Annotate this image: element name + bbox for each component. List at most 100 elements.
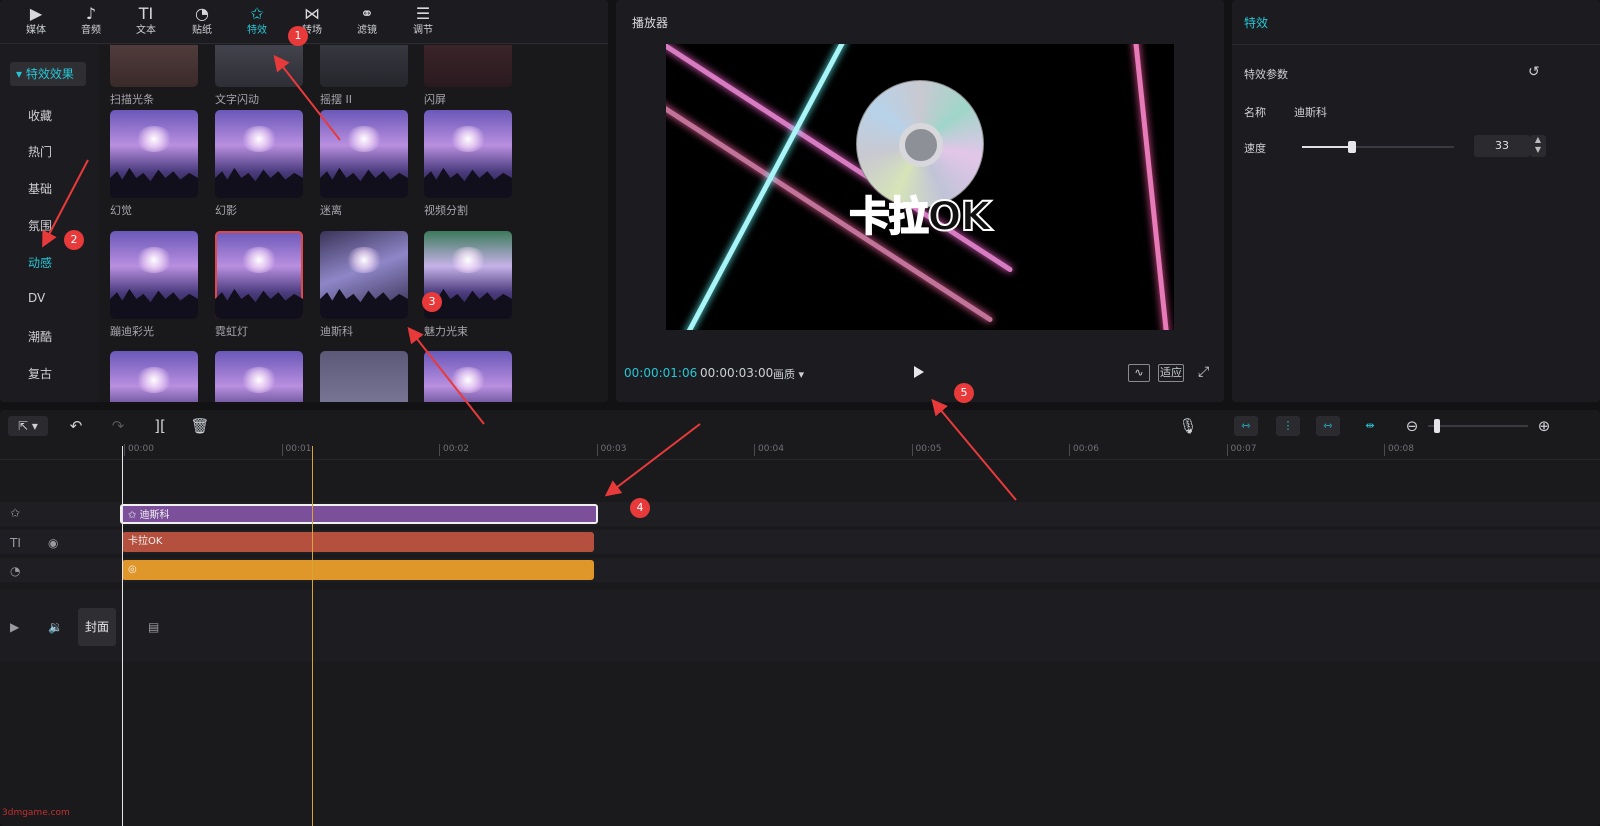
tab-text[interactable]: TI 文本 — [122, 4, 170, 42]
text-track-icon: TI — [10, 536, 21, 550]
effect-thumbnail — [320, 231, 408, 319]
effect-card[interactable]: 魅力光束 — [424, 231, 514, 339]
redo-icon[interactable]: ↷ — [108, 416, 128, 436]
category-atmosphere[interactable]: 氛围 — [28, 217, 52, 234]
sticker-icon: ◔ — [195, 4, 209, 23]
sticker-clip[interactable]: ◎ — [122, 560, 594, 580]
ruler-tick: 00:03 — [596, 444, 626, 456]
text-clip[interactable]: 卡拉OK — [122, 532, 594, 552]
zoom-out-icon[interactable]: ⊖ — [1402, 416, 1422, 436]
effect-card[interactable]: 霓虹灯 — [215, 231, 305, 339]
tab-sticker[interactable]: ◔ 贴纸 — [178, 4, 226, 42]
divider — [1232, 44, 1600, 45]
tab-adjust[interactable]: ☰ 调节 — [399, 4, 447, 42]
zoom-in-icon[interactable]: ⊕ — [1534, 416, 1554, 436]
category-cool[interactable]: 潮酷 — [28, 328, 52, 345]
time-ruler[interactable]: 00:00 00:01 00:02 00:03 00:04 00:05 00:06 00:07… — [0, 442, 1600, 460]
zoom-slider[interactable] — [1428, 419, 1528, 433]
properties-title: 特效 — [1244, 16, 1269, 30]
effect-card[interactable]: 闪屏 — [424, 45, 514, 107]
volume-icon[interactable]: 🔉 — [48, 620, 63, 634]
fit-button[interactable]: 适应 — [1158, 364, 1184, 382]
annotation-badge: 5 — [954, 383, 974, 403]
effect-card[interactable]: 文字闪动 — [215, 45, 305, 107]
effect-card[interactable]: 摇摆 II — [320, 45, 410, 107]
time-marker — [312, 446, 313, 826]
effect-thumbnail — [424, 110, 512, 198]
effect-card[interactable]: 蹦迪彩光 — [110, 231, 200, 339]
zoom-slider-handle[interactable] — [1434, 419, 1440, 433]
quality-dropdown[interactable]: 画质 ▾ — [773, 366, 804, 382]
transition-icon: ⋈ — [304, 4, 320, 23]
ruler-tick: 00:08 — [1384, 444, 1414, 456]
reset-icon[interactable]: ↺ — [1528, 64, 1540, 80]
effect-clip[interactable]: ✩ 迪斯科 — [120, 504, 598, 524]
category-retro[interactable]: 复古 — [28, 365, 52, 382]
tab-audio[interactable]: ♪ 音频 — [67, 4, 115, 42]
category-group-header[interactable]: ▾ 特效效果 — [10, 62, 86, 86]
snap-icon[interactable]: ⋮ — [1276, 416, 1300, 436]
ruler-tick: 00:07 — [1226, 444, 1256, 456]
cover-button[interactable]: 封面 — [78, 608, 116, 646]
speed-stepper[interactable]: ▲ ▼ — [1530, 135, 1546, 157]
effect-card-disco[interactable]: 迪斯科 — [320, 231, 410, 339]
ruler-tick: 00:00 — [124, 444, 154, 456]
category-favorites[interactable]: 收藏 — [28, 107, 52, 124]
effect-thumbnail — [424, 45, 512, 87]
effect-thumbnail — [215, 231, 303, 319]
overlay-text: 卡拉OK — [849, 193, 993, 241]
split-icon[interactable]: ][ — [150, 416, 170, 436]
effect-card[interactable]: 扫描光条 — [110, 45, 200, 107]
tab-filter[interactable]: ⚭ 滤镜 — [343, 4, 391, 42]
effect-card[interactable]: 视频分割 — [424, 110, 514, 218]
name-label: 名称 — [1244, 106, 1266, 119]
speed-slider-fill — [1302, 146, 1353, 148]
effect-thumbnail — [424, 351, 512, 402]
effect-card[interactable] — [215, 351, 305, 402]
waveform-icon[interactable]: ∿ — [1128, 364, 1150, 382]
preview-axis-icon[interactable]: ⇹ — [1358, 416, 1382, 436]
effect-card[interactable] — [110, 351, 200, 402]
effects-icon: ✩ — [250, 4, 264, 23]
effect-thumbnail — [320, 45, 408, 87]
effect-card[interactable]: 幻觉 — [110, 110, 200, 218]
main-video-track — [0, 590, 1600, 662]
category-sidebar: ▾ 特效效果 收藏 热门 基础 氛围 动感 DV 潮酷 复古 — [0, 45, 98, 402]
speed-slider-handle[interactable] — [1348, 141, 1357, 153]
effect-card[interactable] — [424, 351, 514, 402]
link-main-track-icon[interactable]: ⇿ — [1234, 416, 1258, 436]
ruler-tick: 00:02 — [439, 444, 469, 456]
video-track-icon: ▶ — [10, 620, 20, 634]
section-title: 特效参数 — [1244, 68, 1288, 81]
ruler-tick: 00:05 — [911, 444, 941, 456]
category-basic[interactable]: 基础 — [28, 180, 52, 197]
category-hot[interactable]: 热门 — [28, 143, 52, 160]
effect-card[interactable] — [320, 351, 410, 402]
tab-media[interactable]: ▶ 媒体 — [12, 4, 60, 42]
select-tool-dropdown[interactable]: ⇱ ▾ — [8, 416, 48, 436]
speed-slider[interactable] — [1302, 141, 1454, 153]
undo-icon[interactable]: ↶ — [66, 416, 86, 436]
category-dynamic[interactable]: 动感 — [28, 254, 52, 271]
effect-card[interactable]: 幻影 — [215, 110, 305, 218]
filter-icon: ⚭ — [360, 4, 374, 23]
eye-icon[interactable]: ◉ — [48, 536, 58, 550]
playhead[interactable] — [122, 446, 123, 826]
total-time: 00:00:03:00 — [700, 366, 774, 380]
tab-effects[interactable]: ✩ 特效 — [233, 4, 281, 42]
linkage-icon[interactable]: ⇿ — [1316, 416, 1340, 436]
fullscreen-icon[interactable]: ⤢ — [1198, 364, 1209, 380]
disc-sticker-icon: ◎ — [128, 564, 137, 575]
category-dv[interactable]: DV — [28, 291, 45, 305]
preview-screen[interactable]: 卡拉OK — [666, 44, 1174, 330]
film-icon: ▤ — [148, 620, 160, 634]
microphone-icon[interactable]: 🎙 — [1178, 416, 1198, 436]
annotation-badge: 2 — [64, 230, 84, 250]
watermark: 3dmgame.com — [2, 808, 70, 818]
effect-thumbnail — [215, 110, 303, 198]
effect-card[interactable]: 迷离 — [320, 110, 410, 218]
ruler-tick: 00:04 — [754, 444, 784, 456]
play-icon[interactable] — [912, 364, 926, 380]
delete-icon[interactable]: 🗑 — [190, 416, 210, 436]
speed-input[interactable]: 33 — [1474, 135, 1530, 157]
